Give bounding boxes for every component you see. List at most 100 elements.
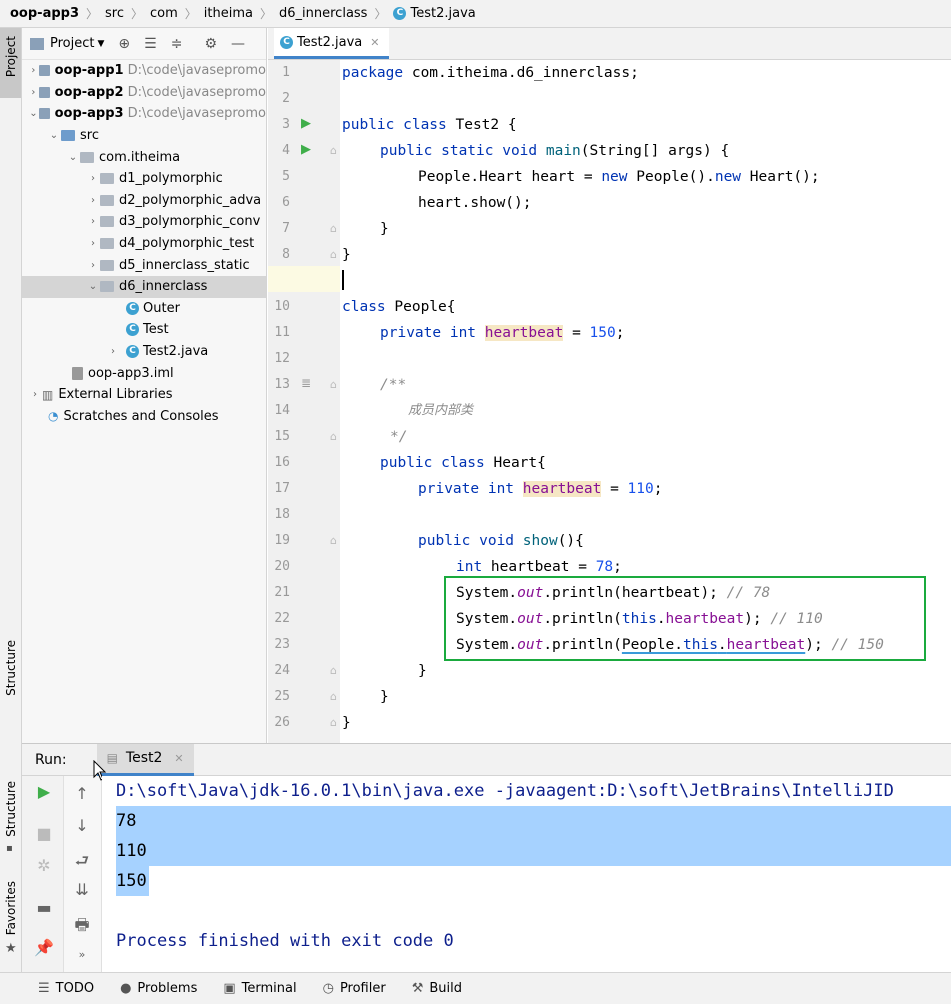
build-tool-button[interactable]: ⚒ Build [412,981,462,996]
rerun-icon[interactable]: ▶ [32,782,56,801]
fold-icon[interactable]: ⌂ [330,248,337,261]
fold-icon[interactable]: ⌂ [330,664,337,677]
gear-icon[interactable]: ⚙ [204,36,217,52]
fold-icon[interactable]: ⌂ [330,222,337,235]
tab-test2-java[interactable]: C Test2.java ✕ [274,28,389,59]
arrow-up-icon[interactable]: ↑ [70,784,94,803]
libraries-icon: ▥ [42,387,54,402]
fold-icon[interactable]: ⌂ [330,144,337,157]
chevron-down-icon[interactable]: ▼ [97,39,104,49]
run-icon[interactable]: ▶ [301,142,311,157]
tree-item-package-selected[interactable]: ⌄ d6_innerclass [22,275,266,298]
tree-item-scratches[interactable]: ◔ Scratches and Consoles [22,406,266,428]
tree-item-src[interactable]: ⌄ src [22,125,266,147]
highlight-box [444,576,926,661]
left-tool-strip: Project Structure [0,28,22,743]
tree-item-package[interactable]: ⌄ com.itheima [22,146,266,168]
doc-render-icon[interactable]: ≣ [301,376,311,390]
scroll-to-end-icon[interactable]: ⇊ [70,880,94,899]
tree-item-iml[interactable]: oop-app3.iml [22,362,266,384]
breadcrumb-item[interactable]: itheima [204,6,253,21]
run-icon[interactable]: ▶ [301,116,311,131]
fold-icon[interactable]: ⌂ [330,690,337,703]
chevron-right-icon[interactable]: › [86,216,100,227]
project-panel-header: Project ▼ ⊕ ☰ ≑ ⚙ — [22,28,266,60]
close-icon[interactable]: ✕ [370,36,379,49]
tree-item-class[interactable]: C Outer [22,298,266,320]
run-panel-header: Run: ▤ Test2 ✕ [22,743,951,776]
breadcrumb-item[interactable]: oop-app3 [10,6,79,21]
line-number: 17 [274,481,290,496]
tree-item-oop-app1[interactable]: › oop-app1 D:\code\javasepromo [22,60,266,82]
profiler-tool-button[interactable]: ◷ Profiler [323,981,386,996]
tree-item-oop-app2[interactable]: › oop-app2 D:\code\javasepromo [22,82,266,104]
console-icon: ▤ [106,751,118,765]
chevron-right-icon[interactable]: › [86,195,100,206]
line-number: 24 [274,663,290,678]
tree-item-package[interactable]: › d2_polymorphic_adva [22,190,266,212]
chevron-right-icon[interactable]: › [28,87,39,98]
tree-item-package[interactable]: › d5_innerclass_static [22,254,266,276]
bottom-tool-bar: ☰ TODO ● Problems ▣ Terminal ◷ Profiler ⚒ Bui… [0,972,951,1004]
tree-item-external-libraries[interactable]: › ▥ External Libraries [22,384,266,406]
chevron-right-icon[interactable]: › [86,238,100,249]
fold-icon[interactable]: ⌂ [330,430,337,443]
tree-item-class[interactable]: › C Test2.java [22,341,266,363]
code-line: public class Heart{ [380,455,546,471]
project-view-selector[interactable]: Project [50,36,94,51]
tree-item-package[interactable]: › d1_polymorphic [22,168,266,190]
breadcrumb-item[interactable]: com [150,6,178,21]
structure-tool-label[interactable]: Structure [4,781,18,837]
project-tree: › oop-app1 D:\code\javasepromo › oop-app2 D:… [22,60,266,427]
breadcrumb-item[interactable]: d6_innerclass [279,6,367,21]
chevron-right-icon[interactable]: › [106,346,120,357]
chevron-down-icon[interactable]: ⌄ [86,281,100,292]
arrow-down-icon[interactable]: ↓ [70,816,94,835]
favorites-tool-label[interactable]: Favorites [4,881,18,935]
java-class-icon: C [126,323,139,337]
tree-item-package[interactable]: › d3_polymorphic_conv [22,211,266,233]
pin-icon[interactable]: 📌 [32,938,56,957]
fold-icon[interactable]: ⌂ [330,378,337,391]
soft-wrap-icon[interactable]: ⮐ [70,850,94,877]
todo-tool-button[interactable]: ☰ TODO [38,981,94,996]
text-caret [342,270,344,290]
problems-tool-button[interactable]: ● Problems [120,981,197,996]
project-tool-tab[interactable]: Project [0,28,21,98]
debug-icon[interactable]: ✲ [32,856,56,875]
fold-icon[interactable]: ⌂ [330,716,337,729]
chevron-right-icon[interactable]: › [28,389,42,400]
console-output-line: 150 [116,871,147,891]
terminal-tool-button[interactable]: ▣ Terminal [223,981,296,996]
chevron-down-icon[interactable]: ⌄ [47,130,61,141]
chevron-right-icon[interactable]: › [28,65,39,76]
tab-run-test2[interactable]: ▤ Test2 ✕ [96,743,194,776]
collapse-all-icon[interactable]: ≑ [171,36,183,52]
chevron-down-icon[interactable]: ⌄ [28,108,39,119]
structure-tool-label[interactable]: Structure [4,640,18,696]
print-icon[interactable]: 🖶 [70,914,94,941]
code-line: heart.show(); [418,195,532,211]
chevron-down-icon[interactable]: ⌄ [66,152,80,163]
code-line: 成员内部类 [408,403,474,418]
console-output[interactable]: D:\soft\Java\jdk-16.0.1\bin\java.exe -ja… [102,776,951,972]
stop-icon[interactable]: ■ [32,824,56,843]
tree-item-oop-app3[interactable]: ⌄ oop-app3 D:\code\javasepromo [22,103,266,125]
breadcrumb-item-file[interactable]: C Test2.java [393,6,476,21]
chevron-right-icon[interactable]: › [86,173,100,184]
structure-icon: ▪ [6,843,13,854]
code-line: } [342,715,351,731]
layout-icon[interactable]: ▬ [32,898,56,917]
project-icon [30,37,44,50]
locate-icon[interactable]: ⊕ [118,36,130,52]
tree-item-class[interactable]: C Test [22,319,266,341]
hide-icon[interactable]: — [231,36,245,52]
fold-icon[interactable]: ⌂ [330,534,337,547]
run-label: Run: [35,751,67,768]
close-icon[interactable]: ✕ [174,752,183,765]
breadcrumb-item[interactable]: src [105,6,124,21]
chevron-right-icon[interactable]: › [86,260,100,271]
tree-item-package[interactable]: › d4_polymorphic_test [22,233,266,255]
more-icon[interactable]: » [70,948,94,961]
expand-all-icon[interactable]: ☰ [144,36,157,52]
